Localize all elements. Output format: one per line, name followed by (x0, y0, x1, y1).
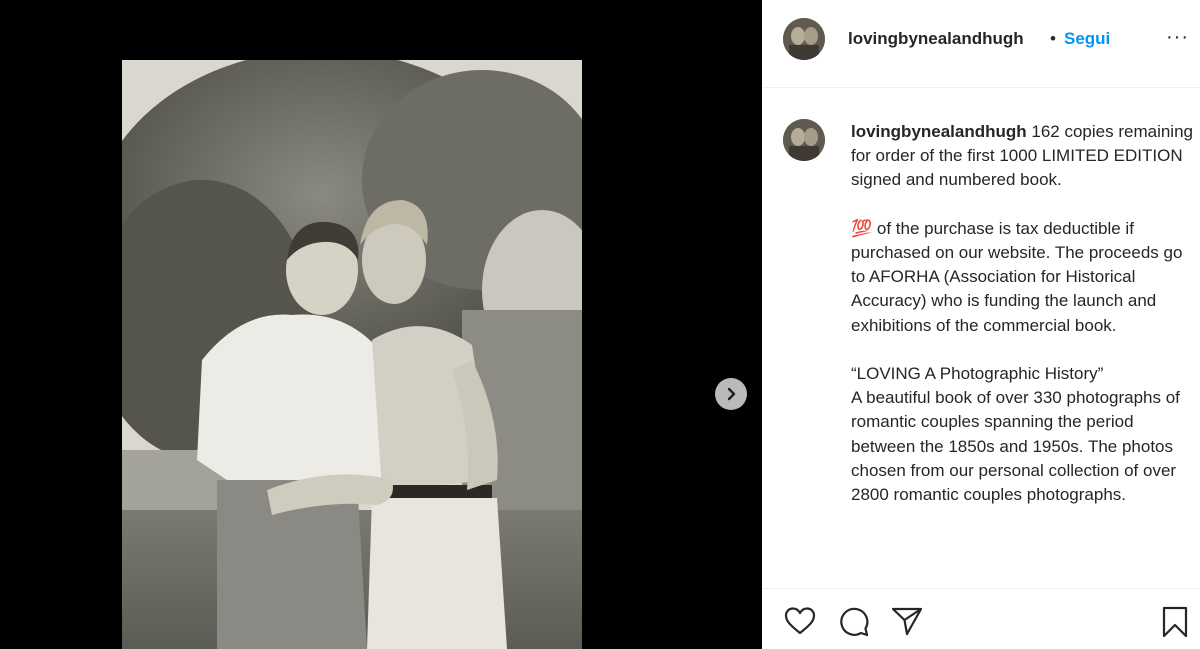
profile-photo-icon (783, 119, 825, 161)
caption-text-3: A beautiful book of over 330 photographs… (851, 388, 1180, 505)
caption-text-2: of the purchase is tax deductible if pur… (851, 218, 1183, 335)
profile-photo-icon (783, 18, 825, 60)
bookmark-icon[interactable] (1161, 606, 1189, 638)
header-separator: • (1050, 29, 1056, 48)
avatar[interactable] (783, 119, 825, 161)
vintage-photo-two-men (122, 60, 582, 649)
share-icon[interactable] (891, 606, 923, 636)
heart-icon[interactable] (784, 606, 816, 636)
post-photo[interactable] (122, 60, 582, 649)
comment-icon[interactable] (838, 606, 870, 638)
post-caption: lovingbynealandhugh 162 copies remaining… (851, 120, 1193, 507)
more-options-icon[interactable]: ··· (1166, 27, 1189, 47)
caption-area: lovingbynealandhugh 162 copies remaining… (762, 89, 1200, 587)
follow-button[interactable]: Segui (1064, 29, 1110, 49)
post-header: lovingbynealandhugh • Segui ··· (762, 0, 1200, 88)
caption-paragraph-1: lovingbynealandhugh 162 copies remaining… (851, 120, 1193, 193)
media-pane (0, 0, 762, 649)
chevron-right-icon (727, 387, 736, 401)
avatar[interactable] (783, 18, 825, 60)
post-sidebar: lovingbynealandhugh • Segui ··· lovingby… (762, 0, 1200, 649)
hundred-points-emoji: 💯 (851, 218, 873, 238)
next-photo-button[interactable] (715, 378, 747, 410)
post-actions (762, 588, 1200, 649)
caption-username[interactable]: lovingbynealandhugh (851, 122, 1027, 141)
header-username[interactable]: lovingbynealandhugh (848, 29, 1024, 49)
caption-book-title: “LOVING A Photographic History” (851, 364, 1104, 383)
caption-paragraph-2: 💯 of the purchase is tax deductible if p… (851, 217, 1193, 338)
